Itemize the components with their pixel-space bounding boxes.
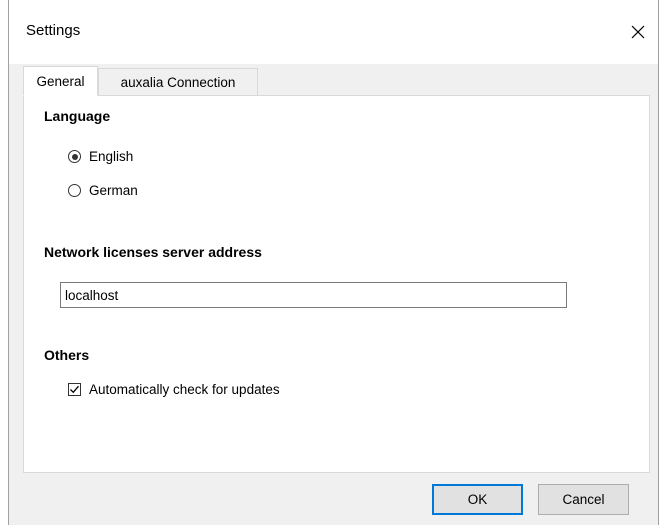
radio-german-label: German [89,183,138,198]
general-tab-panel: Language English German Network licenses… [23,95,650,473]
network-heading: Network licenses server address [44,244,262,260]
tab-auxalia-connection[interactable]: auxalia Connection [98,68,258,96]
dialog-title: Settings [26,22,81,39]
auto-update-option[interactable]: Automatically check for updates [68,382,280,397]
radio-german-button[interactable] [68,184,81,197]
auto-update-checkbox[interactable] [68,383,81,396]
others-heading: Others [44,347,90,363]
close-button[interactable] [618,12,658,52]
server-address-input[interactable] [60,282,567,308]
title-bar[interactable]: Settings [9,0,658,64]
checkmark-icon [70,385,79,394]
radio-english-label: English [89,149,134,164]
radio-english-button[interactable] [68,150,81,163]
auto-update-label: Automatically check for updates [89,382,280,397]
close-icon [631,25,645,39]
radio-german[interactable]: German [68,183,138,198]
ok-button[interactable]: OK [432,484,523,515]
tab-general[interactable]: General [23,66,98,96]
language-heading: Language [44,108,111,124]
radio-english[interactable]: English [68,149,133,164]
cancel-button[interactable]: Cancel [538,484,629,515]
settings-dialog: Settings General auxalia Connection Lang… [8,0,659,525]
